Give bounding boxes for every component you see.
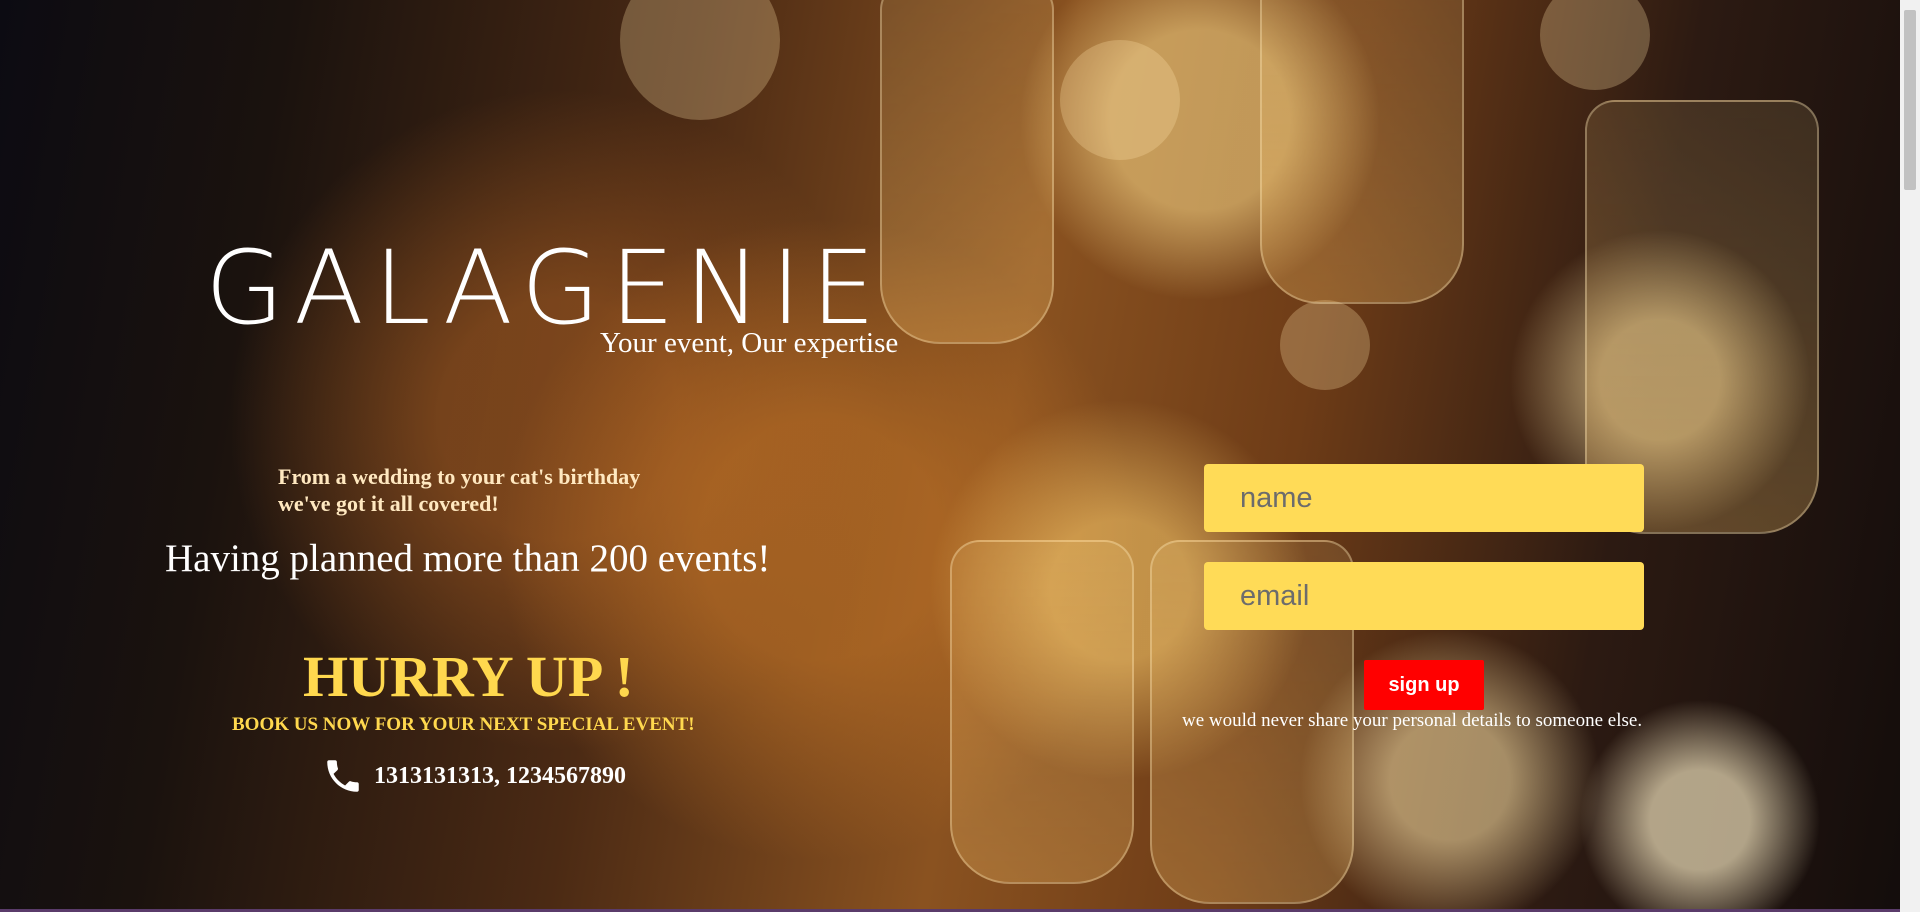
coverage-text: From a wedding to your cat's birthday we… [278, 463, 640, 517]
contact-phones: 1313131313, 1234567890 [322, 755, 626, 797]
phone-icon [327, 760, 359, 792]
bokeh-light [620, 0, 780, 120]
scrollbar-thumb[interactable] [1904, 10, 1916, 190]
coverage-line-2: we've got it all covered! [278, 491, 499, 516]
champagne-glass [880, 0, 1054, 344]
vertical-scrollbar[interactable] [1900, 0, 1920, 912]
book-now-text: BOOK US NOW FOR YOUR NEXT SPECIAL EVENT! [232, 714, 695, 735]
bokeh-light [1280, 300, 1370, 390]
phone-numbers: 1313131313, 1234567890 [374, 762, 626, 789]
name-input[interactable] [1204, 464, 1644, 532]
events-planned-text: Having planned more than 200 events! [165, 537, 771, 580]
sign-up-button[interactable]: sign up [1364, 660, 1484, 710]
bokeh-light [1540, 0, 1650, 90]
coverage-line-1: From a wedding to your cat's birthday [278, 464, 641, 489]
bokeh-light [1060, 40, 1180, 160]
hero-background [0, 0, 1920, 912]
privacy-note: we would never share your personal detai… [1182, 710, 1643, 731]
champagne-glass [1260, 0, 1464, 304]
email-input[interactable] [1204, 562, 1644, 630]
hurry-heading: HURRY UP ! [303, 644, 634, 709]
champagne-glass [950, 540, 1134, 884]
brand-logo: GALAGENIE [205, 229, 886, 348]
brand-tagline: Your event, Our expertise [600, 327, 899, 359]
